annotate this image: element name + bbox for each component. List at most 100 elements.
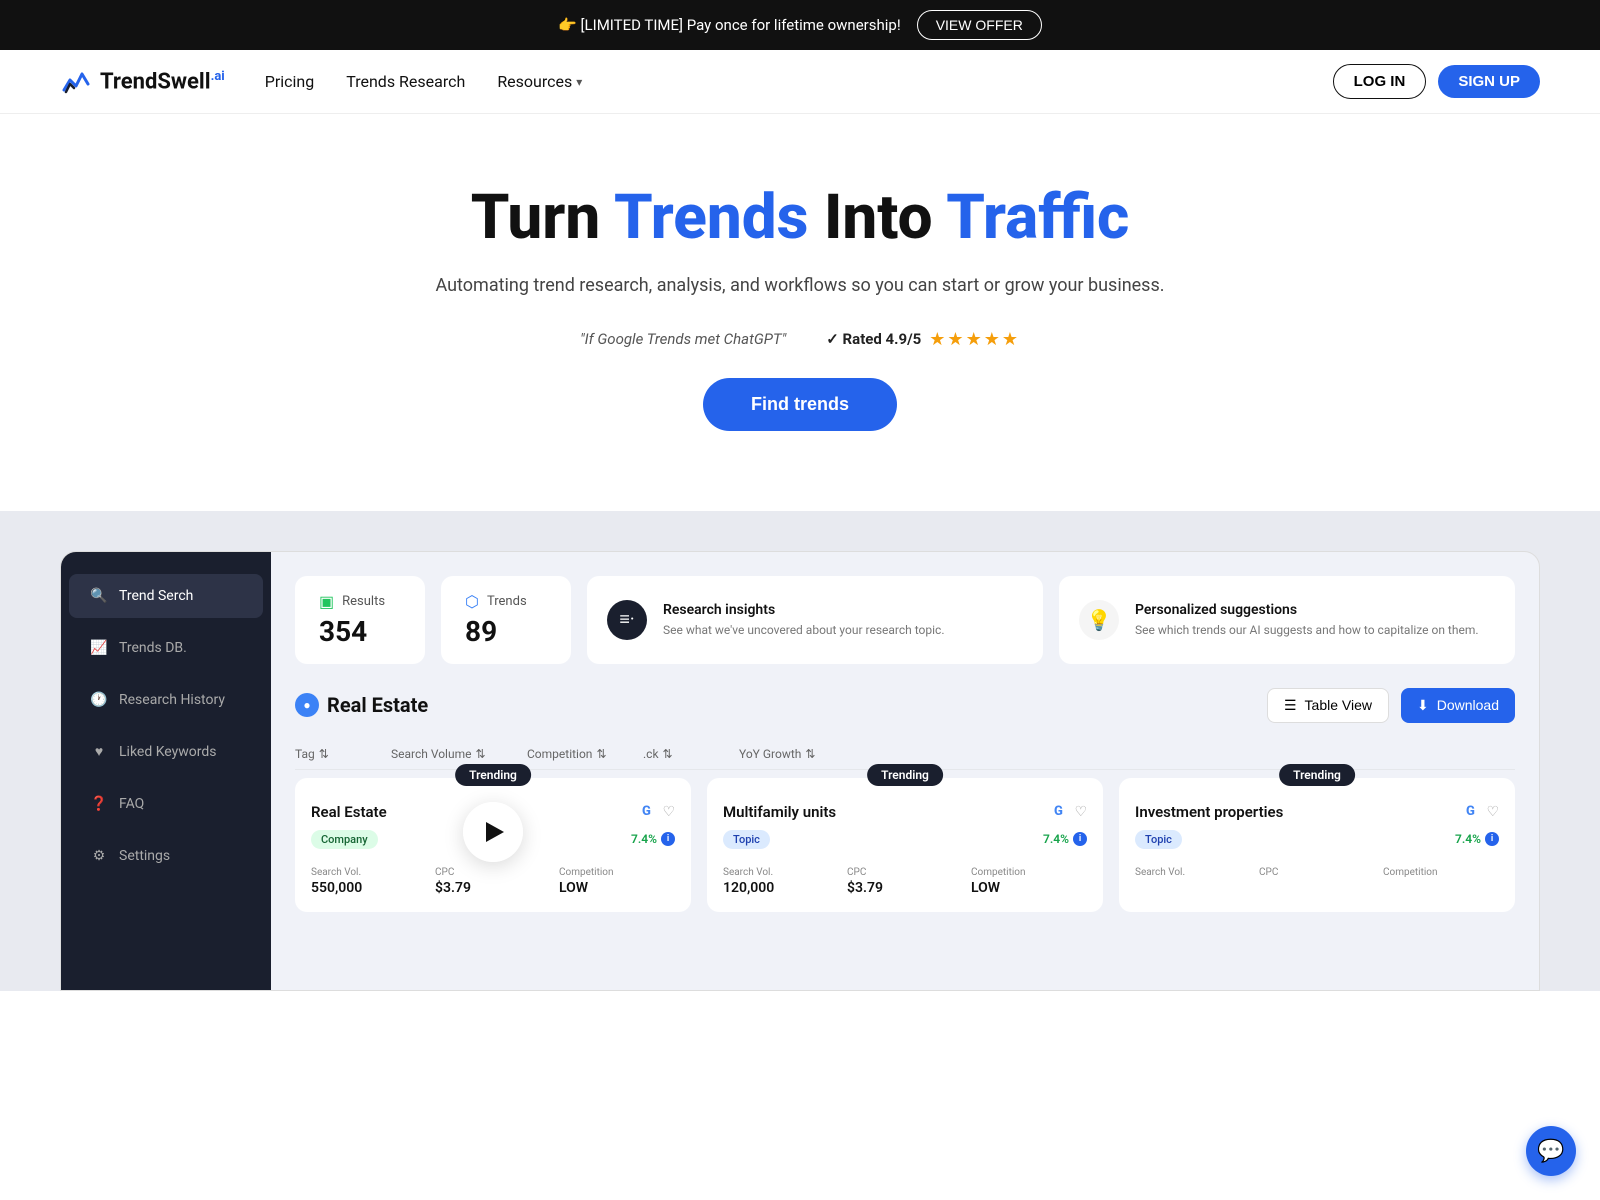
google-icon[interactable]: G	[1048, 802, 1068, 822]
hero-section: Turn Trends Into Traffic Automating tren…	[0, 114, 1600, 511]
keyword-stats: Search Vol. CPC Competition	[1135, 867, 1499, 880]
competition-stat: Competition LOW	[559, 867, 675, 896]
like-icon[interactable]: ♡	[1486, 804, 1499, 820]
toolbar-buttons: ☰ Table View ⬇ Download	[1267, 688, 1515, 723]
sidebar-item-settings[interactable]: ⚙ Settings	[69, 834, 263, 878]
logo-icon	[60, 66, 92, 98]
hero-subtitle: Automating trend research, analysis, and…	[20, 272, 1580, 301]
th-search-volume[interactable]: Search Volume ⇅	[391, 747, 511, 761]
info-icon: i	[1485, 832, 1499, 846]
keyword-card-multifamily: Trending Multifamily units G ♡ Topic 7.4…	[707, 778, 1103, 912]
nav-actions: LOG IN SIGN UP	[1333, 64, 1540, 99]
suggestions-text: Personalized suggestions See which trend…	[1135, 602, 1479, 639]
personalized-suggestions-card[interactable]: 💡 Personalized suggestions See which tre…	[1059, 576, 1515, 664]
banner-text: 👉 [LIMITED TIME] Pay once for lifetime o…	[558, 16, 901, 34]
results-icon: ▣	[319, 592, 334, 611]
nav-resources[interactable]: Resources ▾	[497, 72, 582, 91]
top-banner: 👉 [LIMITED TIME] Pay once for lifetime o…	[0, 0, 1600, 50]
sidebar-item-label: Settings	[119, 848, 170, 864]
research-insights-card[interactable]: ≡· Research insights See what we've unco…	[587, 576, 1043, 664]
hero-rating: ✓ Rated 4.9/5 ★★★★★	[826, 329, 1020, 350]
play-button[interactable]	[463, 802, 523, 862]
keyword-name: Investment properties	[1135, 803, 1283, 821]
play-triangle-icon	[486, 822, 504, 842]
google-icon[interactable]: G	[636, 802, 656, 822]
insights-text: Research insights See what we've uncover…	[663, 602, 945, 639]
sort-icon: ⇅	[805, 747, 815, 761]
keyword-cards: Trending Real Estate G ♡ Company	[295, 778, 1515, 912]
keyword-card-real-estate: Trending Real Estate G ♡ Company	[295, 778, 691, 912]
sidebar-item-faq[interactable]: ❓ FAQ	[69, 782, 263, 826]
trending-badge: Trending	[455, 764, 531, 786]
results-header: ▣ Results	[319, 592, 401, 611]
sort-icon: ⇅	[663, 747, 673, 761]
nav-pricing[interactable]: Pricing	[265, 72, 315, 91]
search-icon: 🔍	[89, 586, 109, 606]
cpc-stat: CPC $3.79	[847, 867, 963, 896]
cpc-stat: CPC	[1259, 867, 1375, 880]
download-button[interactable]: ⬇ Download	[1401, 688, 1515, 723]
th-ck[interactable]: .ck ⇅	[643, 747, 723, 761]
search-vol-stat: Search Vol. 550,000	[311, 867, 427, 896]
nav-trends-research[interactable]: Trends Research	[346, 72, 465, 91]
trending-badge: Trending	[867, 764, 943, 786]
chat-bubble[interactable]: 💬	[1526, 1126, 1576, 1176]
google-icon[interactable]: G	[1460, 802, 1480, 822]
sort-icon: ⇅	[475, 747, 485, 761]
th-competition[interactable]: Competition ⇅	[527, 747, 627, 761]
like-icon[interactable]: ♡	[1074, 804, 1087, 820]
th-yoy-growth[interactable]: YoY Growth ⇅	[739, 747, 839, 761]
growth-badge: 7.4% i	[1043, 832, 1087, 846]
results-value: 354	[319, 615, 401, 648]
sidebar-item-label: Research History	[119, 692, 225, 708]
toolbar-row: ● Real Estate ☰ Table View ⬇ Download	[295, 688, 1515, 723]
insights-icon: ≡·	[607, 600, 647, 640]
chat-icon: 💬	[1537, 1139, 1564, 1164]
hero-meta: "If Google Trends met ChatGPT" ✓ Rated 4…	[20, 329, 1580, 350]
lightbulb-icon: 💡	[1079, 600, 1119, 640]
like-icon[interactable]: ♡	[662, 804, 675, 820]
results-card: ▣ Results 354	[295, 576, 425, 664]
trends-header: ⬡ Trends	[465, 592, 547, 611]
keyword-header: Multifamily units G ♡	[723, 802, 1087, 822]
keyword-name: Real Estate	[311, 803, 387, 821]
hero-title: Turn Trends Into Traffic	[20, 184, 1580, 252]
view-offer-button[interactable]: VIEW OFFER	[917, 10, 1042, 40]
signup-button[interactable]: SIGN UP	[1438, 65, 1540, 98]
tag-badge: Company	[311, 830, 378, 849]
table-view-button[interactable]: ☰ Table View	[1267, 688, 1389, 723]
trends-value: 89	[465, 615, 547, 648]
sidebar: 🔍 Trend Serch 📈 Trends DB. 🕐 Research Hi…	[61, 552, 271, 990]
sidebar-item-research-history[interactable]: 🕐 Research History	[69, 678, 263, 722]
logo[interactable]: TrendSwell.ai	[60, 66, 225, 98]
tag-badge: Topic	[1135, 830, 1182, 849]
chevron-down-icon: ▾	[576, 75, 582, 89]
competition-stat: Competition LOW	[971, 867, 1087, 896]
stats-row: ▣ Results 354 ⬡ Trends 89 ≡· Research in…	[295, 576, 1515, 664]
login-button[interactable]: LOG IN	[1333, 64, 1427, 99]
sidebar-item-trend-search[interactable]: 🔍 Trend Serch	[69, 574, 263, 618]
keyword-actions: G ♡	[1460, 802, 1499, 822]
topic-title: ● Real Estate	[295, 693, 428, 717]
growth-badge: 7.4% i	[631, 832, 675, 846]
th-tag[interactable]: Tag ⇅	[295, 747, 375, 761]
gear-icon: ⚙	[89, 846, 109, 866]
keyword-name: Multifamily units	[723, 803, 836, 821]
trends-card: ⬡ Trends 89	[441, 576, 571, 664]
history-icon: 🕐	[89, 690, 109, 710]
download-icon: ⬇	[1417, 697, 1429, 714]
keyword-actions: G ♡	[1048, 802, 1087, 822]
trends-icon: ⬡	[465, 592, 479, 611]
keyword-card-investment: Trending Investment properties G ♡ Topic…	[1119, 778, 1515, 912]
sidebar-item-trends-db[interactable]: 📈 Trends DB.	[69, 626, 263, 670]
search-vol-stat: Search Vol. 120,000	[723, 867, 839, 896]
competition-stat: Competition	[1383, 867, 1499, 880]
cpc-stat: CPC $3.79	[435, 867, 551, 896]
navigation: TrendSwell.ai Pricing Trends Research Re…	[0, 50, 1600, 114]
nav-links: Pricing Trends Research Resources ▾	[265, 72, 1333, 91]
sidebar-item-label: FAQ	[119, 796, 144, 812]
find-trends-button[interactable]: Find trends	[703, 378, 897, 431]
sidebar-item-liked-keywords[interactable]: ♥ Liked Keywords	[69, 730, 263, 774]
keyword-header: Investment properties G ♡	[1135, 802, 1499, 822]
sidebar-item-label: Trends DB.	[119, 640, 187, 656]
